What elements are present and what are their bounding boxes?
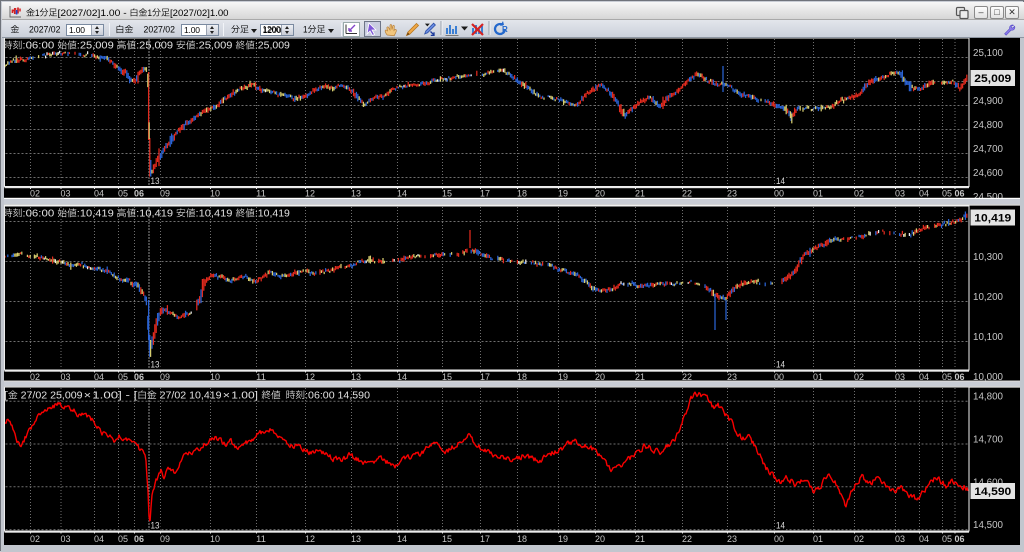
svg-text::25,009: :25,009 [77, 41, 117, 52]
svg-text::10,419: :10,419 [77, 209, 117, 220]
svg-text:×: × [84, 390, 91, 401]
svg-text::06:00: :06:00 [22, 41, 57, 52]
svg-text:22: 22 [682, 534, 692, 545]
svg-text:14: 14 [776, 176, 785, 187]
svg-text::25,009: :25,009 [255, 41, 290, 52]
svg-text:02: 02 [854, 188, 864, 199]
svg-text:[: [ [4, 390, 9, 401]
svg-text::06:00 14,590: :06:00 14,590 [305, 390, 371, 401]
svg-text:17: 17 [480, 534, 490, 545]
svg-text:10,200: 10,200 [973, 292, 1003, 303]
svg-text:06: 06 [955, 534, 965, 545]
svg-text:20: 20 [595, 188, 605, 199]
svg-text:14: 14 [397, 188, 407, 199]
svg-text:×: × [223, 390, 230, 401]
svg-text:1: 1 [148, 8, 153, 18]
svg-text:05: 05 [942, 534, 952, 545]
svg-text::25,009: :25,009 [196, 41, 236, 52]
svg-text:12: 12 [305, 188, 315, 199]
svg-text:23: 23 [727, 534, 737, 545]
svg-text:[2027/02]1.00 -: [2027/02]1.00 - [58, 8, 130, 18]
svg-text:04: 04 [94, 188, 104, 199]
svg-text::10,419: :10,419 [255, 209, 290, 220]
svg-text:13: 13 [151, 176, 160, 187]
svg-text:15: 15 [442, 188, 452, 199]
svg-text:14: 14 [397, 534, 407, 545]
svg-text:1.00]: 1.00] [231, 390, 261, 401]
svg-text:24,800: 24,800 [973, 120, 1003, 131]
svg-text:1: 1 [303, 25, 308, 35]
svg-text:13: 13 [351, 188, 361, 199]
svg-text:12: 12 [305, 534, 315, 545]
svg-text:03: 03 [61, 188, 71, 199]
svg-text:02: 02 [30, 534, 40, 545]
svg-text:21: 21 [635, 534, 645, 545]
svg-text:03: 03 [61, 534, 71, 545]
svg-text:2027/02: 2027/02 [144, 25, 176, 35]
svg-text:25,009: 25,009 [974, 73, 1011, 85]
svg-text:24,600: 24,600 [973, 168, 1003, 179]
svg-text:18: 18 [517, 534, 527, 545]
svg-text:24,700: 24,700 [973, 144, 1003, 155]
svg-text:10,100: 10,100 [973, 332, 1003, 343]
svg-text:23: 23 [727, 188, 737, 199]
svg-text:02: 02 [30, 188, 40, 199]
svg-text:05: 05 [118, 534, 128, 545]
svg-text:14: 14 [776, 360, 785, 371]
svg-text:25,100: 25,100 [973, 48, 1003, 59]
svg-text::25,009: :25,009 [136, 41, 176, 52]
svg-text:05: 05 [942, 188, 952, 199]
svg-text:01: 01 [813, 188, 823, 199]
svg-text:1.00] - [: 1.00] - [ [92, 390, 137, 401]
svg-text:17: 17 [480, 188, 490, 199]
svg-text:14: 14 [776, 521, 785, 532]
svg-text:03: 03 [895, 534, 905, 545]
svg-text:10: 10 [210, 534, 220, 545]
svg-text:06: 06 [134, 534, 144, 545]
svg-text:00: 00 [774, 188, 784, 199]
svg-text:00: 00 [774, 534, 784, 545]
svg-text:24,900: 24,900 [973, 96, 1003, 107]
svg-text:06: 06 [955, 188, 965, 199]
svg-text:27/02 25,009: 27/02 25,009 [18, 390, 83, 401]
svg-text:09: 09 [160, 188, 170, 199]
svg-text:04: 04 [919, 534, 929, 545]
svg-text::06:00: :06:00 [22, 209, 57, 220]
svg-text:22: 22 [682, 188, 692, 199]
svg-text:[2027/02]1.00: [2027/02]1.00 [170, 8, 229, 18]
svg-text:11: 11 [256, 534, 266, 545]
svg-text:13: 13 [151, 360, 160, 371]
svg-text:21: 21 [635, 188, 645, 199]
svg-text:03: 03 [895, 188, 905, 199]
svg-text::10,419: :10,419 [196, 209, 236, 220]
svg-text:1: 1 [35, 8, 40, 18]
svg-text:13: 13 [151, 521, 160, 532]
svg-text:14,800: 14,800 [973, 392, 1003, 403]
svg-text:11: 11 [256, 188, 266, 199]
svg-text::10,419: :10,419 [136, 209, 176, 220]
svg-text:10,419: 10,419 [974, 213, 1011, 225]
svg-text:05: 05 [118, 188, 128, 199]
svg-text:04: 04 [919, 188, 929, 199]
svg-text:18: 18 [517, 188, 527, 199]
svg-text:15: 15 [442, 534, 452, 545]
svg-text:06: 06 [134, 188, 144, 199]
svg-text:27/02 10,419: 27/02 10,419 [157, 390, 222, 401]
svg-text:19: 19 [558, 188, 568, 199]
svg-text:14,590: 14,590 [974, 486, 1011, 498]
svg-text:2027/02: 2027/02 [29, 25, 61, 35]
svg-text:14,500: 14,500 [973, 520, 1003, 531]
svg-text:13: 13 [351, 534, 361, 545]
svg-text:1200: 1200 [263, 25, 281, 35]
svg-text:02: 02 [854, 534, 864, 545]
svg-text:09: 09 [160, 534, 170, 545]
svg-text:01: 01 [813, 534, 823, 545]
svg-text:14,700: 14,700 [973, 435, 1003, 446]
svg-text:04: 04 [94, 534, 104, 545]
svg-text:10,300: 10,300 [973, 252, 1003, 263]
svg-text:10: 10 [210, 188, 220, 199]
svg-text:19: 19 [558, 534, 568, 545]
svg-text:20: 20 [595, 534, 605, 545]
